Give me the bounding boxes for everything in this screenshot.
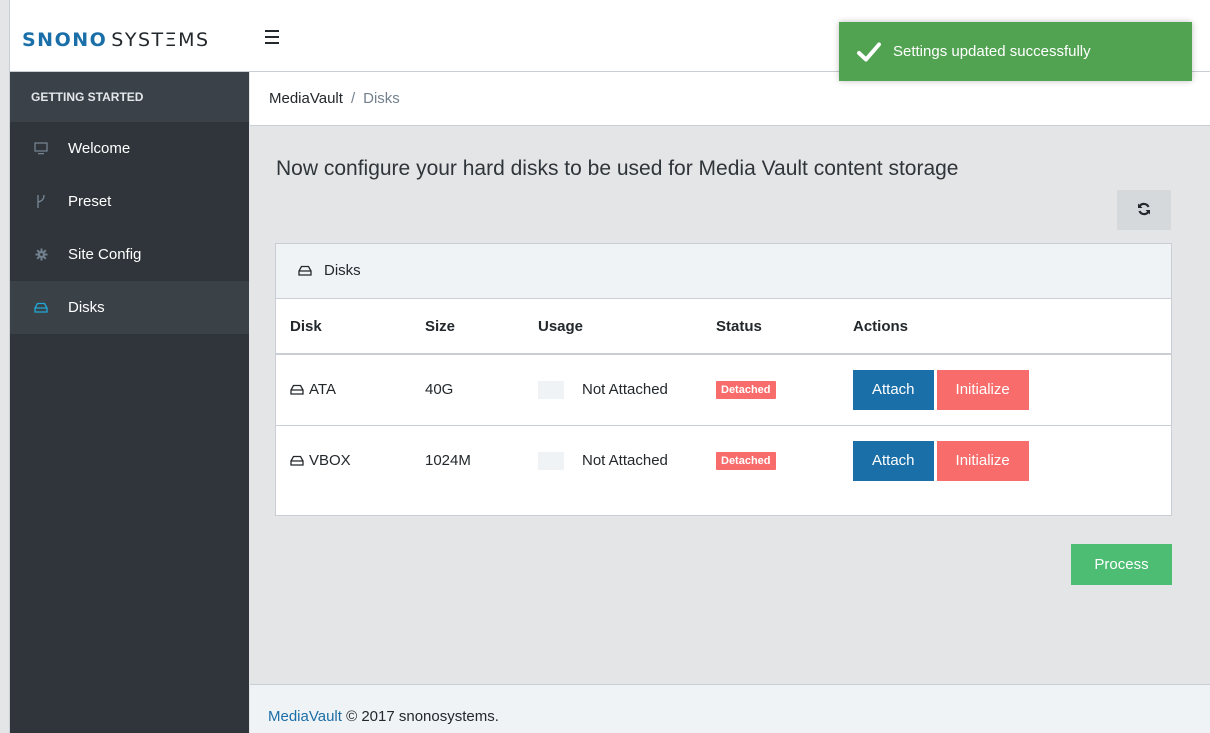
attach-button[interactable]: Attach bbox=[853, 440, 934, 481]
disk-name: VBOX bbox=[309, 452, 351, 470]
column-header: Size bbox=[411, 299, 524, 355]
usage-text: Not Attached bbox=[582, 452, 668, 470]
sidebar-item-label: Preset bbox=[68, 193, 112, 210]
disks-table: Disk Size Usage Status Actions ATA 40G N… bbox=[276, 299, 1171, 496]
sidebar-item-preset[interactable]: Preset bbox=[10, 175, 249, 228]
disks-card-header: Disks bbox=[276, 244, 1171, 299]
refresh-button[interactable] bbox=[1117, 190, 1171, 230]
breadcrumb-root-link[interactable]: MediaVault bbox=[269, 90, 343, 107]
disk-name: ATA bbox=[309, 381, 336, 399]
monitor-icon bbox=[31, 142, 51, 155]
initialize-button[interactable]: Initialize bbox=[936, 369, 1029, 410]
brand-part-2: SYSTΞMS bbox=[111, 29, 210, 51]
column-header: Actions bbox=[839, 299, 1171, 355]
attach-button[interactable]: Attach bbox=[853, 369, 934, 410]
brand-logo[interactable]: SNONO SYSTΞMS bbox=[22, 29, 210, 51]
column-header: Disk bbox=[276, 299, 411, 355]
column-header: Status bbox=[702, 299, 839, 355]
fork-icon bbox=[31, 194, 51, 209]
sidebar-item-welcome[interactable]: Welcome bbox=[10, 122, 249, 175]
sidebar-item-site-config[interactable]: Site Config bbox=[10, 228, 249, 281]
sidebar: GETTING STARTED Welcome Preset Site Conf… bbox=[10, 72, 249, 733]
disk-size: 1024M bbox=[425, 452, 471, 470]
sidebar-toggle-icon[interactable] bbox=[262, 23, 286, 51]
page-heading: Now configure your hard disks to be used… bbox=[276, 157, 959, 180]
table-row: VBOX 1024M Not Attached Detached Attach I… bbox=[276, 425, 1171, 496]
hdd-icon bbox=[290, 385, 304, 395]
usage-bar bbox=[538, 380, 564, 399]
breadcrumb-separator: / bbox=[350, 90, 356, 107]
check-icon bbox=[857, 42, 881, 62]
status-badge: Detached bbox=[716, 452, 776, 471]
brand-part-1: SNONO bbox=[22, 29, 108, 51]
disks-card: Disks Disk Size Usage Status Actions ATA… bbox=[275, 243, 1172, 516]
initialize-button[interactable]: Initialize bbox=[936, 440, 1029, 481]
disk-size: 40G bbox=[411, 354, 524, 426]
gear-icon bbox=[31, 248, 51, 261]
hdd-icon bbox=[290, 456, 304, 466]
sidebar-item-label: Welcome bbox=[68, 140, 131, 157]
disks-card-title: Disks bbox=[324, 262, 361, 279]
usage-text: Not Attached bbox=[582, 381, 668, 399]
hdd-icon bbox=[298, 263, 312, 280]
sidebar-item-label: Site Config bbox=[68, 246, 142, 263]
breadcrumb-current: Disks bbox=[363, 90, 400, 107]
footer-link[interactable]: MediaVault bbox=[268, 708, 342, 725]
toast-message: Settings updated successfully bbox=[893, 43, 1091, 60]
status-badge: Detached bbox=[716, 381, 776, 400]
sidebar-section-title: GETTING STARTED bbox=[10, 72, 249, 122]
usage-bar bbox=[538, 451, 564, 470]
process-button[interactable]: Process bbox=[1071, 544, 1172, 585]
footer-text: © 2017 snonosystems. bbox=[346, 708, 499, 725]
sidebar-item-label: Disks bbox=[68, 299, 105, 316]
table-row: ATA 40G Not Attached Detached Attach Init… bbox=[276, 354, 1171, 426]
sidebar-item-disks[interactable]: Disks bbox=[10, 281, 249, 334]
toast-notification[interactable]: Settings updated successfully bbox=[839, 22, 1192, 81]
refresh-icon bbox=[1137, 202, 1151, 219]
hdd-icon bbox=[31, 302, 51, 313]
column-header: Usage bbox=[524, 299, 702, 355]
footer: MediaVault © 2017 snonosystems. bbox=[250, 684, 1210, 733]
